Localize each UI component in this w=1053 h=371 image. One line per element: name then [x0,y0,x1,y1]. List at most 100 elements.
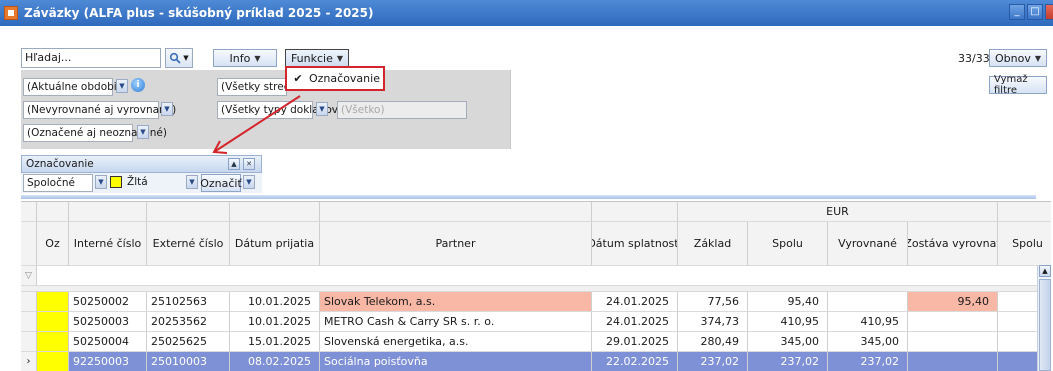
chevron-down-icon: ▼ [336,53,344,63]
oznacene-dropdown-button[interactable]: ▼ [137,125,149,139]
column-header-datum-prijatia[interactable]: Dátum prijatia [230,222,320,266]
column-header-zostava-vyrovnat[interactable]: Zostáva vyrovnať [908,222,998,266]
column-header-zaklad[interactable]: Základ [678,222,748,266]
table-cell[interactable]: 345,00 [828,332,908,352]
obnov-button[interactable]: Obnov ▼ [989,49,1047,67]
table-cell[interactable]: Slovenská energetika, a.s. [320,332,592,352]
vyrovnanie-select[interactable]: (Nevyrovnané aj vyrovnané) [23,101,176,119]
table-cell[interactable]: 237,02 [828,352,908,371]
column-header-partner[interactable]: Partner [320,222,592,266]
close-button[interactable] [1045,4,1053,20]
table-cell[interactable]: 95,40 [748,292,828,312]
table-cell[interactable]: Slovak Telekom, a.s. [320,292,592,312]
vyrovnanie-dropdown-button[interactable]: ▼ [161,102,173,116]
table-cell[interactable]: METRO Cash & Carry SR s. r. o. [320,312,592,332]
panel-splitter[interactable] [21,195,1036,199]
mark-cell[interactable] [37,352,69,371]
column-header-oz[interactable]: Oz [37,222,69,266]
scrollbar-thumb[interactable] [1039,279,1051,371]
table-cell[interactable]: Sociálna poisťovňa [320,352,592,371]
maximize-button[interactable]: □ [1027,4,1043,20]
funkcie-button[interactable]: Funkcie ▼ [285,49,349,67]
column-header-spolu-2[interactable]: Spolu [998,222,1051,266]
table-cell[interactable]: 410,95 [828,312,908,332]
table-cell[interactable]: 77,56 [678,292,748,312]
menu-item-oznacovanie[interactable]: Označovanie [309,72,380,85]
table-cell[interactable]: 25010003 [147,352,230,371]
search-input[interactable]: Hľadaj... [21,48,161,68]
chevron-down-icon: ▼ [183,54,189,62]
table-cell[interactable]: 15.01.2025 [230,332,320,352]
table-cell[interactable]: 345,00 [748,332,828,352]
period-select[interactable]: (Aktuálne obdobie) [23,78,127,96]
info-button[interactable]: Info ▼ [213,49,277,67]
table-cell[interactable]: 92250003 [69,352,147,371]
table-cell[interactable]: 50250004 [69,332,147,352]
oznacovanie-panel-header: Označovanie ▲ ✕ [21,155,262,173]
info-icon[interactable]: i [131,78,145,92]
table-cell[interactable]: 25102563 [147,292,230,312]
oznacit-button-label: Označiť [200,176,242,190]
period-select-value: (Aktuálne obdobie) [27,81,128,93]
mark-cell[interactable] [37,292,69,312]
scroll-up-icon[interactable]: ▲ [1039,265,1051,277]
column-header-interne-cislo[interactable]: Interné číslo [69,222,147,266]
oznacovanie-panel-title: Označovanie [26,158,94,170]
vymaz-filtre-button[interactable]: Vymaž filtre [989,74,1047,96]
chevron-down-icon: ▼ [254,53,261,63]
table-cell[interactable]: 10.01.2025 [230,292,320,312]
search-button[interactable]: ▼ [165,48,193,68]
color-select[interactable]: Žltá [124,174,186,192]
table-cell[interactable]: 280,49 [678,332,748,352]
oznacene-select[interactable]: (Označené aj neoznačené) [23,124,167,142]
row-selector-arrow-icon[interactable]: › [21,352,37,371]
table-cell[interactable]: 10.01.2025 [230,312,320,332]
color-select-value: Žltá [127,176,148,188]
table-cell[interactable]: 237,02 [748,352,828,371]
table-cell[interactable] [908,312,998,332]
oznacovanie-panel-body: Spoločné ▼ Žltá ▼ Označiť ▼ [21,173,262,193]
column-header-vyrovnane[interactable]: Vyrovnané [828,222,908,266]
close-icon[interactable]: ✕ [243,158,255,170]
color-dropdown-button[interactable]: ▼ [186,175,198,189]
table-cell[interactable]: 50250003 [69,312,147,332]
collapse-icon[interactable]: ▲ [228,158,240,170]
window-title: Záväzky (ALFA plus - skúšobný príklad 20… [24,6,374,20]
table-cell[interactable]: 29.01.2025 [592,332,678,352]
mark-cell[interactable] [37,312,69,332]
minimize-button[interactable]: _ [1009,4,1025,20]
column-header-datum-splatnosti[interactable]: Dátum splatnosti [592,222,678,266]
table-cell[interactable]: 95,40 [908,292,998,312]
period-dropdown-button[interactable]: ▼ [116,79,128,93]
scope-dropdown-button[interactable]: ▼ [95,175,107,189]
table-cell[interactable]: 374,73 [678,312,748,332]
table-cell[interactable]: 237,02 [678,352,748,371]
table-cell[interactable]: 22.02.2025 [592,352,678,371]
strediska-select-value: (Všetky strediská) [221,81,286,93]
vertical-scrollbar[interactable]: ▲ [1037,265,1051,371]
table-cell[interactable]: 24.01.2025 [592,292,678,312]
table-cell[interactable]: 08.02.2025 [230,352,320,371]
table-cell[interactable] [908,352,998,371]
table-cell[interactable] [828,292,908,312]
window-titlebar: Záväzky (ALFA plus - skúšobný príklad 20… [0,0,1053,26]
strediska-select[interactable]: (Všetky strediská) [217,78,287,96]
oznacit-button[interactable]: Označiť [200,174,242,192]
table-cell[interactable]: 20253562 [147,312,230,332]
table-cell[interactable]: 50250002 [69,292,147,312]
filter-row[interactable] [37,266,1051,286]
search-icon [170,52,181,64]
column-header-externe-cislo[interactable]: Externé číslo [147,222,230,266]
table-cell[interactable]: 24.01.2025 [592,312,678,332]
mark-cell[interactable] [37,332,69,352]
table-cell[interactable]: 410,95 [748,312,828,332]
column-header-spolu[interactable]: Spolu [748,222,828,266]
table-cell[interactable]: 25025625 [147,332,230,352]
scope-select[interactable]: Spoločné [23,174,93,192]
currency-group-header: EUR [678,202,998,222]
typy-dokladov-dropdown-button[interactable]: ▼ [316,102,328,116]
oznacit-dropdown-button[interactable]: ▼ [243,175,255,189]
typy-dokladov-select[interactable]: (Všetky typy dokladov) [217,101,342,119]
filter-row-icon[interactable]: ▽ [21,266,37,286]
table-cell[interactable] [908,332,998,352]
